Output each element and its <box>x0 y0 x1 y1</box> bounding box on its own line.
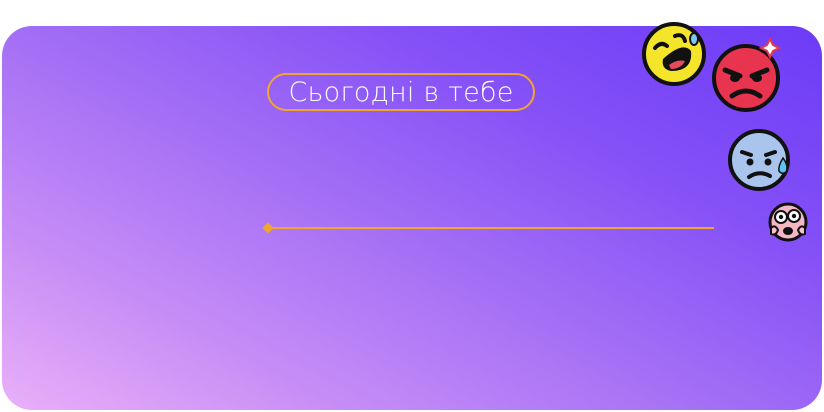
scared-face-icon[interactable] <box>766 200 810 244</box>
laughing-face-icon[interactable] <box>641 21 707 87</box>
sad-sweat-face-icon[interactable] <box>728 128 794 194</box>
page-title: Сьогодні в тебе <box>267 73 535 111</box>
angry-face-icon[interactable] <box>708 36 786 114</box>
page-title-text: Сьогодні в тебе <box>288 76 514 108</box>
mood-slider-track[interactable] <box>268 227 714 229</box>
